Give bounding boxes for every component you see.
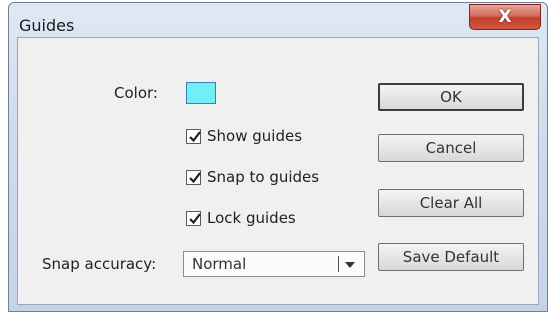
select-divider — [338, 256, 339, 272]
snap-to-guides-checkbox-row[interactable]: Snap to guides — [186, 168, 319, 186]
show-guides-label: Show guides — [207, 127, 303, 145]
ok-button[interactable]: OK — [378, 83, 524, 111]
close-button[interactable]: X — [469, 4, 541, 30]
cancel-button[interactable]: Cancel — [378, 134, 524, 162]
show-guides-checkbox[interactable] — [186, 128, 201, 144]
guides-dialog: Guides X Color: Show guides Snap to guid… — [8, 2, 548, 312]
color-swatch[interactable] — [186, 82, 216, 104]
chevron-down-icon[interactable] — [344, 261, 356, 269]
close-icon: X — [498, 7, 512, 27]
snap-accuracy-label: Snap accuracy: — [42, 255, 157, 273]
snap-to-guides-label: Snap to guides — [207, 168, 320, 186]
show-guides-checkbox-row[interactable]: Show guides — [186, 127, 302, 145]
clear-all-button[interactable]: Clear All — [378, 189, 524, 217]
dialog-body: Color: Show guides Snap to guides Lock g… — [17, 37, 539, 305]
checkmark-icon — [189, 130, 201, 142]
dialog-title: Guides — [19, 16, 75, 35]
checkmark-icon — [189, 171, 201, 183]
snap-accuracy-value: Normal — [192, 255, 247, 273]
snap-to-guides-checkbox[interactable] — [186, 169, 201, 185]
color-label: Color: — [114, 84, 158, 102]
lock-guides-label: Lock guides — [207, 209, 296, 227]
snap-accuracy-select[interactable]: Normal — [183, 251, 365, 277]
lock-guides-checkbox-row[interactable]: Lock guides — [186, 209, 296, 227]
checkmark-icon — [189, 212, 201, 224]
save-default-button[interactable]: Save Default — [378, 243, 524, 271]
lock-guides-checkbox[interactable] — [186, 210, 201, 226]
